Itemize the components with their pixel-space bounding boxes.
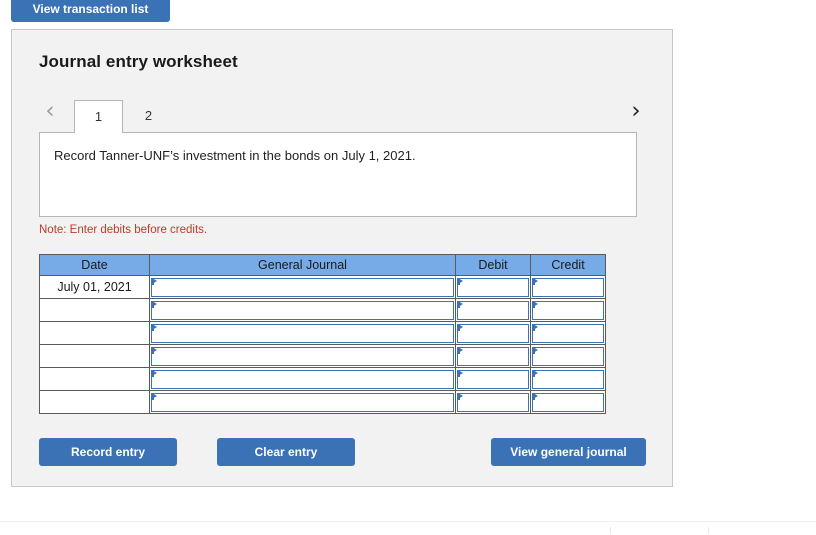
credit-input[interactable] [532,323,604,343]
tab-1[interactable]: 1 [74,100,123,133]
credit-input-shell [532,392,606,412]
transaction-description-text: Record Tanner-UNF’s investment in the bo… [54,148,416,163]
debit-cell [455,298,531,322]
journal-entry-table: Date General Journal Debit Credit July 0… [39,254,606,414]
general-journal-cell [149,321,456,345]
credit-input-shell [532,277,606,297]
footer-divider [0,521,816,522]
credit-cell [530,275,606,299]
record-entry-button[interactable]: Record entry [39,438,177,466]
credit-cell [530,298,606,322]
debit-input-shell [457,323,531,343]
credit-cell [530,321,606,345]
general-journal-input[interactable] [151,392,454,412]
debit-input-shell [457,346,531,366]
debit-cell [455,321,531,345]
general-journal-cell [149,367,456,391]
column-header-general-journal: General Journal [149,254,456,276]
footer-tick-left [610,527,611,534]
view-general-journal-button[interactable]: View general journal [491,438,646,466]
credit-input[interactable] [532,346,604,366]
debit-cell [455,344,531,368]
debit-input[interactable] [457,323,529,343]
credit-input[interactable] [532,369,604,389]
footer-tick-right [708,527,709,534]
credit-input[interactable] [532,392,604,412]
column-header-date: Date [39,254,150,276]
general-journal-input-shell [151,323,456,343]
page-title: Journal entry worksheet [39,52,238,71]
general-journal-input-shell [151,392,456,412]
debit-input[interactable] [457,300,529,320]
debit-input[interactable] [457,369,529,389]
debit-cell [455,275,531,299]
date-cell [39,298,150,322]
credit-cell [530,367,606,391]
credit-input-shell [532,369,606,389]
table-row: July 01, 2021 [39,275,606,299]
clear-entry-button[interactable]: Clear entry [217,438,355,466]
table-row [39,298,606,322]
general-journal-input-shell [151,346,456,366]
general-journal-cell [149,275,456,299]
chevron-left-icon[interactable]: ‹ [39,96,61,126]
journal-entry-worksheet-card: Journal entry worksheet ‹ 1 2 › Record T… [11,29,673,487]
debit-input-shell [457,277,531,297]
date-cell [39,390,150,414]
debit-cell [455,367,531,391]
credit-input-shell [532,300,606,320]
general-journal-input[interactable] [151,277,454,297]
worksheet-tab-strip: ‹ 1 2 › [39,92,647,133]
debit-input-shell [457,300,531,320]
page-root: View transaction list Journal entry work… [0,0,816,535]
column-header-debit: Debit [455,254,531,276]
debit-input-shell [457,369,531,389]
tab-2[interactable]: 2 [124,100,173,133]
date-cell [39,344,150,368]
date-cell [39,367,150,391]
credit-cell [530,344,606,368]
chevron-right-icon[interactable]: › [625,96,647,126]
table-row [39,344,606,368]
debit-input[interactable] [457,392,529,412]
credit-input-shell [532,323,606,343]
credit-input[interactable] [532,300,604,320]
credit-input-shell [532,346,606,366]
debit-cell [455,390,531,414]
debit-input[interactable] [457,346,529,366]
general-journal-input[interactable] [151,369,454,389]
date-cell [39,321,150,345]
date-cell: July 01, 2021 [39,275,150,299]
general-journal-input-shell [151,277,456,297]
general-journal-input-shell [151,300,456,320]
general-journal-input-shell [151,369,456,389]
general-journal-input[interactable] [151,323,454,343]
table-header-row: Date General Journal Debit Credit [39,254,606,276]
general-journal-input[interactable] [151,346,454,366]
table-row [39,390,606,414]
general-journal-cell [149,344,456,368]
column-header-credit: Credit [530,254,606,276]
table-row [39,367,606,391]
general-journal-cell [149,390,456,414]
debits-before-credits-note: Note: Enter debits before credits. [39,224,208,236]
debit-input-shell [457,392,531,412]
table-row [39,321,606,345]
credit-input[interactable] [532,277,604,297]
debit-input[interactable] [457,277,529,297]
transaction-description-panel: Record Tanner-UNF’s investment in the bo… [39,132,637,217]
credit-cell [530,390,606,414]
general-journal-input[interactable] [151,300,454,320]
view-transaction-list-button[interactable]: View transaction list [11,0,170,22]
general-journal-cell [149,298,456,322]
